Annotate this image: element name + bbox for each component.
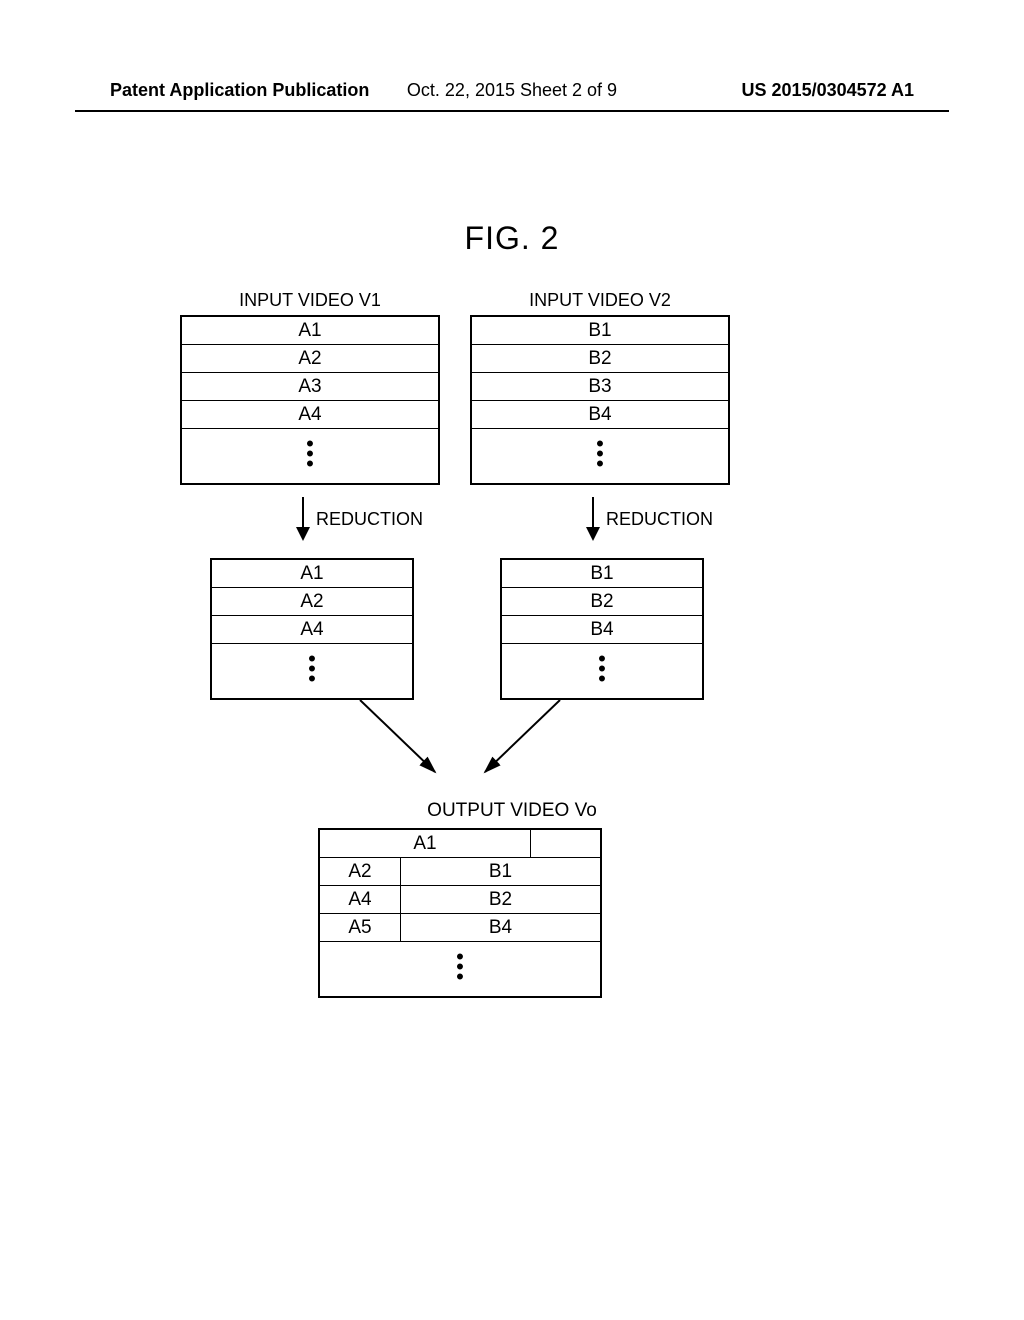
output-cell: A2 xyxy=(320,858,401,885)
output-label: OUTPUT VIDEO Vo xyxy=(0,800,1024,822)
table-row: B4 xyxy=(472,401,728,429)
output-cell: B2 xyxy=(401,886,600,913)
ellipsis-icon: ••• xyxy=(320,942,600,996)
table-row: A2 xyxy=(212,588,412,616)
table-row: B1 xyxy=(472,317,728,345)
table-row: A4 B2 xyxy=(320,886,600,914)
ellipsis-icon: ••• xyxy=(472,429,728,483)
output-cell-empty xyxy=(531,830,600,857)
input-v1-block: INPUT VIDEO V1 A1 A2 A3 A4 ••• xyxy=(180,290,440,485)
reduced-v2-table: B1 B2 B4 ••• xyxy=(500,558,704,700)
output-cell: A5 xyxy=(320,914,401,941)
table-row: A1 xyxy=(212,560,412,588)
page-header: Patent Application Publication Oct. 22, … xyxy=(0,80,1024,101)
arrow-down-icon xyxy=(586,497,600,541)
merge-arrows-icon xyxy=(300,700,620,790)
output-cell: A4 xyxy=(320,886,401,913)
table-row: A2 B1 xyxy=(320,858,600,886)
reduction-label: REDUCTION xyxy=(316,509,423,530)
input-v1-table: A1 A2 A3 A4 ••• xyxy=(180,315,440,485)
table-row: A2 xyxy=(182,345,438,373)
output-cell: B1 xyxy=(401,858,600,885)
header-center: Oct. 22, 2015 Sheet 2 of 9 xyxy=(0,80,1024,101)
ellipsis-icon: ••• xyxy=(212,644,412,698)
table-row: B2 xyxy=(502,588,702,616)
ellipsis-icon: ••• xyxy=(502,644,702,698)
arrow-down-icon xyxy=(296,497,310,541)
reduced-v1-table: A1 A2 A4 ••• xyxy=(210,558,414,700)
table-row: A5 B4 xyxy=(320,914,600,942)
ellipsis-icon: ••• xyxy=(182,429,438,483)
input-v2-block: INPUT VIDEO V2 B1 B2 B3 B4 ••• xyxy=(470,290,730,485)
table-row: A3 xyxy=(182,373,438,401)
table-row: A4 xyxy=(212,616,412,644)
output-table: A1 A2 B1 A4 B2 A5 B4 ••• xyxy=(318,828,602,998)
input-v1-label: INPUT VIDEO V1 xyxy=(180,290,440,311)
table-row: A1 xyxy=(320,830,600,858)
input-v2-table: B1 B2 B3 B4 ••• xyxy=(470,315,730,485)
input-v2-label: INPUT VIDEO V2 xyxy=(470,290,730,311)
output-cell: A1 xyxy=(320,830,531,857)
table-row: B3 xyxy=(472,373,728,401)
table-row: B4 xyxy=(502,616,702,644)
output-cell: B4 xyxy=(401,914,600,941)
reduction-arrow-left: REDUCTION xyxy=(296,497,423,541)
table-row: A1 xyxy=(182,317,438,345)
table-row: B2 xyxy=(472,345,728,373)
table-row: B1 xyxy=(502,560,702,588)
figure-title: FIG. 2 xyxy=(0,220,1024,257)
reduction-arrow-right: REDUCTION xyxy=(586,497,713,541)
header-rule xyxy=(75,110,949,112)
table-row: A4 xyxy=(182,401,438,429)
reduction-label: REDUCTION xyxy=(606,509,713,530)
